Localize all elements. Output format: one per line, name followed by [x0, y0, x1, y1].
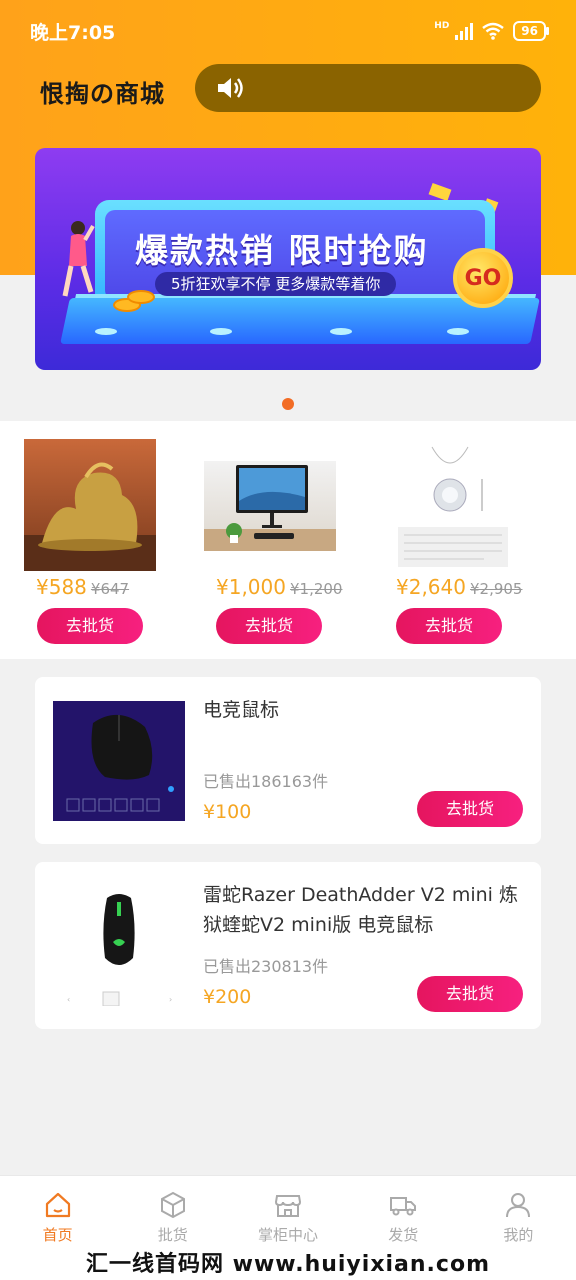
wholesale-button[interactable]: 去批货	[37, 608, 143, 644]
sold-count: 已售出186163件	[203, 772, 329, 791]
product-image-dragon[interactable]	[24, 439, 156, 571]
nav-label: 发货	[388, 1226, 419, 1244]
app-header: 恨掏の商城	[0, 62, 576, 116]
signal-icon	[455, 22, 474, 40]
promo-banner[interactable]: 爆款热销 限时抢购 5折狂欢享不停 更多爆款等着你 GO	[35, 148, 541, 370]
product-price: ¥200	[203, 986, 252, 1008]
banner-subtitle: 5折狂欢享不停 更多爆款等着你	[155, 272, 397, 296]
battery-icon: 96	[513, 21, 549, 41]
product-list-item[interactable]: 电竞鼠标 已售出186163件 ¥100 去批货	[35, 677, 541, 844]
wifi-icon	[482, 22, 505, 40]
decor-gem	[428, 182, 452, 202]
notice-bar[interactable]	[195, 64, 541, 112]
home-icon	[45, 1192, 70, 1218]
product-thumbnail-razer[interactable]: ‹ ›	[53, 886, 185, 1006]
product-image-pendant[interactable]	[384, 439, 516, 571]
runner-illustration	[62, 221, 95, 297]
nav-label: 掌柜中心	[258, 1226, 319, 1244]
product-price: ¥2,640	[396, 575, 466, 599]
store-logo: 恨掏の商城	[40, 79, 165, 108]
nav-label: 首页	[42, 1226, 73, 1244]
product-image-monitor[interactable]	[204, 461, 336, 551]
product-price: ¥1,000	[216, 575, 286, 599]
price-row: ¥588 ¥647	[36, 575, 129, 599]
speaker-icon	[218, 78, 243, 98]
go-button[interactable]: GO	[453, 248, 513, 308]
banner-title: 爆款热销 限时抢购	[135, 231, 429, 270]
truck-icon	[390, 1197, 417, 1216]
status-time: 晚上7:05	[30, 21, 116, 44]
status-icons: HD 96	[434, 21, 549, 41]
stage-light	[330, 328, 352, 335]
product-thumbnail-mouse[interactable]	[53, 701, 185, 821]
product-price: ¥588	[36, 575, 87, 599]
stage-light	[95, 328, 117, 335]
featured-products[interactable]: ¥588 ¥647 去批货 ¥1,000 ¥1,200 去批货 ¥2,640 ¥2,9…	[0, 421, 576, 659]
user-icon	[506, 1193, 531, 1218]
product-original-price: ¥1,200	[289, 580, 343, 598]
site-watermark: 汇一线首码网 www.huiyixian.com	[85, 1252, 490, 1277]
product-price: ¥100	[203, 801, 252, 823]
stage-light	[447, 328, 469, 335]
wholesale-button[interactable]: 去批货	[396, 608, 502, 644]
price-row: ¥1,000 ¥1,200	[216, 575, 342, 599]
product-title[interactable]: 电竞鼠标	[203, 695, 523, 725]
store-icon	[274, 1195, 302, 1217]
product-list-item[interactable]: ‹ › 雷蛇Razer DeathAdder V2 mini 炼狱蝰蛇V2 min…	[35, 862, 541, 1029]
wholesale-button[interactable]: 去批货	[417, 791, 523, 827]
wholesale-button[interactable]: 去批货	[417, 976, 523, 1012]
nav-label: 批货	[157, 1226, 188, 1244]
sold-count: 已售出230813件	[203, 957, 329, 976]
stage-light	[210, 328, 232, 335]
product-original-price: ¥647	[90, 580, 130, 598]
hd-indicator: HD	[434, 21, 450, 31]
box-icon	[160, 1191, 185, 1219]
nav-label: 我的	[503, 1226, 534, 1244]
svg-text:‹: ‹	[67, 995, 70, 1004]
product-title[interactable]: 雷蛇Razer DeathAdder V2 mini 炼狱蝰蛇V2 mini版 …	[203, 880, 523, 940]
price-row: ¥2,640 ¥2,905	[396, 575, 522, 599]
product-original-price: ¥2,905	[469, 580, 523, 598]
wholesale-button[interactable]: 去批货	[216, 608, 322, 644]
coin-decor	[127, 290, 155, 304]
svg-text:›: ›	[169, 995, 172, 1004]
carousel-dot-active[interactable]	[282, 398, 294, 410]
status-bar: 晚上7:05 HD 96	[0, 0, 576, 62]
